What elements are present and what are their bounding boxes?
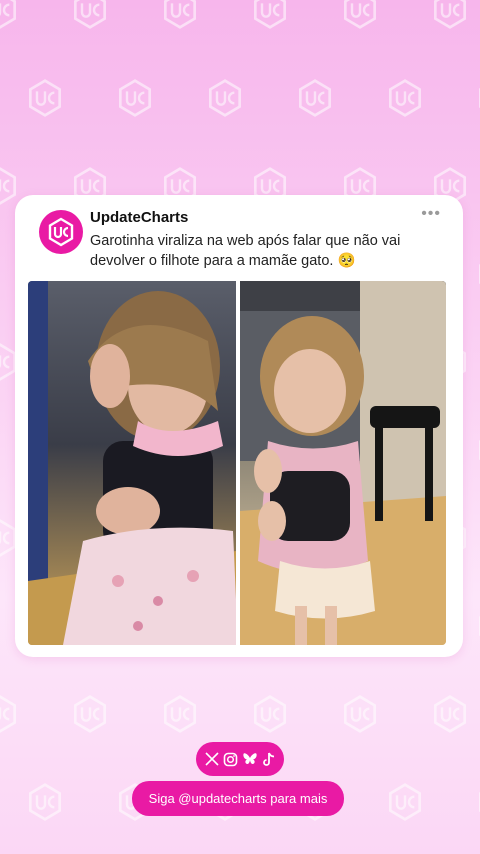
follow-cta-button[interactable]: Siga @updatecharts para mais — [132, 781, 344, 816]
background-logo-icon — [0, 695, 16, 733]
background-logo-icon — [479, 439, 480, 461]
photo-girl-holding-kitten[interactable] — [240, 281, 446, 645]
x-icon[interactable] — [205, 752, 219, 766]
post-text: Garotinha viraliza na web após falar que… — [90, 233, 401, 269]
social-links[interactable] — [196, 742, 284, 776]
background-logo-icon — [389, 783, 421, 821]
background-logo-icon — [164, 0, 196, 29]
background-logo-icon — [74, 0, 106, 29]
background-logo-icon — [29, 79, 61, 117]
background-logo-icon — [344, 0, 376, 29]
account-name[interactable]: UpdateCharts — [90, 209, 188, 226]
account-avatar[interactable] — [39, 210, 83, 254]
background-logo-icon — [479, 791, 480, 813]
bluesky-icon[interactable] — [242, 752, 258, 766]
background-logo-icon — [344, 695, 376, 733]
background-logo-icon — [479, 87, 480, 109]
background-logo-icon — [209, 79, 241, 117]
instagram-icon[interactable] — [223, 752, 238, 767]
background-logo-icon — [0, 0, 16, 29]
background-logo-icon — [299, 79, 331, 117]
follow-text: Siga @updatecharts para mais — [148, 791, 328, 806]
background-logo-icon — [479, 263, 480, 285]
background-logo-icon — [434, 0, 466, 29]
background-logo-icon — [434, 695, 466, 733]
background-logo-icon — [0, 167, 16, 205]
background-logo-icon — [389, 79, 421, 117]
post-card: UpdateCharts ••• Garotinha viraliza na w… — [15, 195, 463, 657]
post-media[interactable] — [28, 281, 446, 645]
background-logo-icon — [29, 783, 61, 821]
background-logo-icon — [479, 615, 480, 637]
more-options-icon[interactable]: ••• — [421, 206, 441, 222]
background-logo-icon — [119, 79, 151, 117]
background-logo-icon — [74, 695, 106, 733]
background-logo-icon — [164, 695, 196, 733]
uc-logo-icon — [48, 217, 74, 247]
photo-girl-covering-face[interactable] — [28, 281, 236, 645]
background-logo-icon — [254, 695, 286, 733]
tiktok-icon[interactable] — [262, 752, 275, 767]
background-logo-icon — [254, 0, 286, 29]
